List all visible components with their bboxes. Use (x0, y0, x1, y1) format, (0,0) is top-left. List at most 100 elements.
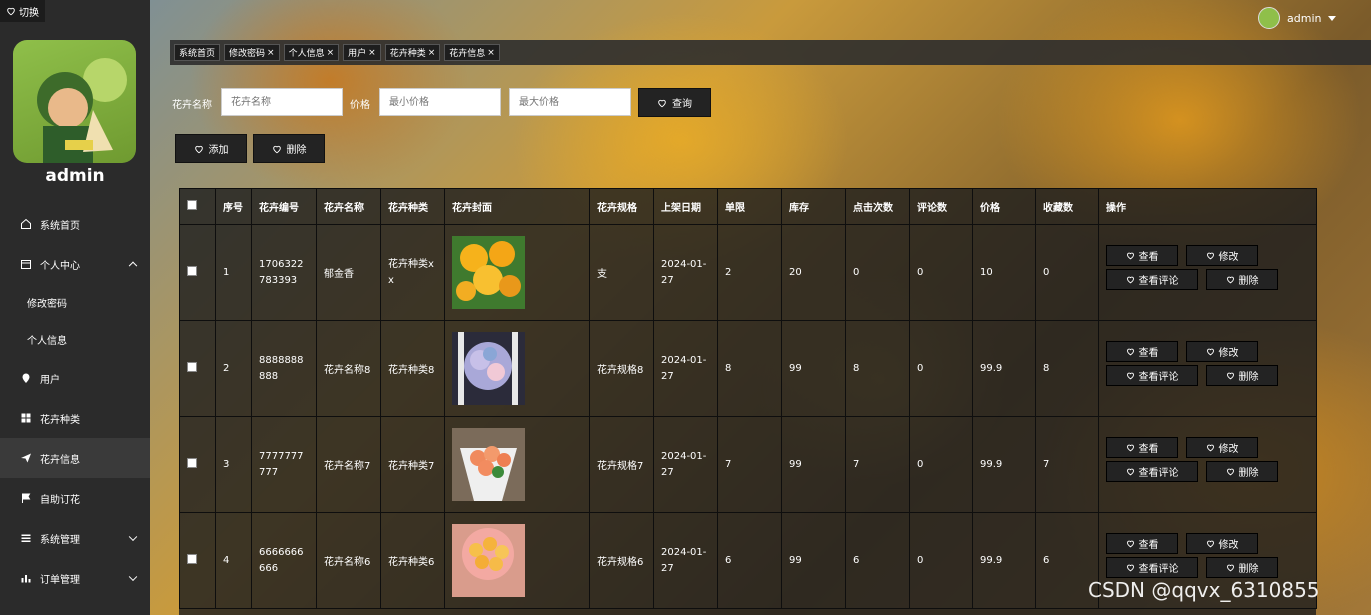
delete-button[interactable]: 删除 (1206, 460, 1278, 482)
sidebar-item-personal-info[interactable]: 个人信息 (0, 321, 150, 358)
cell-cover (444, 224, 590, 321)
tab-flower-types[interactable]: 花卉种类 × (384, 44, 441, 61)
view-comments-button[interactable]: 查看评论 (1106, 460, 1198, 482)
bulk-delete-button[interactable]: 删除 (253, 134, 325, 163)
sidebar-item-label: 个人中心 (40, 260, 80, 272)
cell-date: 2024-01-27 (653, 224, 718, 321)
close-icon[interactable]: × (267, 48, 275, 58)
flag-icon (20, 492, 32, 504)
select-all-checkbox[interactable] (187, 200, 197, 210)
home-icon (20, 218, 32, 230)
view-comments-button[interactable]: 查看评论 (1106, 268, 1198, 290)
edit-label: 修改 (1218, 539, 1239, 551)
delete-button[interactable]: 删除 (1206, 364, 1278, 386)
tab-change-password[interactable]: 修改密码 × (224, 44, 280, 61)
close-icon[interactable]: × (487, 48, 495, 58)
menu-lines-icon (20, 532, 32, 544)
cell-limit: 7 (717, 416, 782, 513)
heart-icon (194, 145, 203, 153)
view-button[interactable]: 查看 (1106, 340, 1178, 362)
min-price-input[interactable] (379, 88, 501, 116)
add-button[interactable]: 添加 (175, 134, 247, 163)
edit-button[interactable]: 修改 (1186, 244, 1258, 266)
view-comments-button[interactable]: 查看评论 (1106, 556, 1198, 578)
column-header: 库存 (781, 188, 846, 225)
row-checkbox[interactable] (187, 554, 197, 564)
sidebar-item-personal-center[interactable]: 个人中心 (0, 244, 150, 284)
sidebar-menu: 系统首页 个人中心 修改密码 个人信息 用户 花卉种类 花卉信息 自助订花 系统… (0, 204, 150, 598)
cell-ops: 查看 修改 查看评论 删除 (1098, 320, 1317, 417)
view-button[interactable]: 查看 (1106, 244, 1178, 266)
cell-favs: 8 (1035, 320, 1099, 417)
delete-button[interactable]: 删除 (1206, 556, 1278, 578)
view-button[interactable]: 查看 (1106, 436, 1178, 458)
sidebar-item-users[interactable]: 用户 (0, 358, 150, 398)
chevron-up-icon (128, 261, 138, 271)
name-search-input[interactable] (221, 88, 343, 116)
column-header: 评论数 (909, 188, 973, 225)
view-label: 查看 (1138, 443, 1159, 455)
avatar (13, 40, 136, 163)
sidebar-item-label: 花卉信息 (40, 454, 80, 466)
row-checkbox[interactable] (187, 266, 197, 276)
location-pin-icon (20, 372, 32, 384)
sidebar-item-flower-info[interactable]: 花卉信息 (0, 438, 150, 478)
heart-icon (1206, 540, 1214, 547)
flower-cover-image (452, 524, 525, 597)
sidebar-item-home[interactable]: 系统首页 (0, 204, 150, 244)
column-header: 操作 (1098, 188, 1317, 225)
cell-comments: 0 (909, 512, 973, 609)
view-button[interactable]: 查看 (1106, 532, 1178, 554)
tab-personal-info[interactable]: 个人信息 × (283, 44, 340, 61)
cell-date: 2024-01-27 (653, 512, 718, 609)
edit-button[interactable]: 修改 (1186, 436, 1258, 458)
sidebar-item-label: 花卉种类 (40, 414, 80, 426)
cell-name: 郁金香 (316, 224, 381, 321)
sidebar-item-order-management[interactable]: 订单管理 (0, 558, 150, 598)
sidebar-item-label: 用户 (40, 374, 60, 386)
column-header: 单限 (717, 188, 782, 225)
query-button[interactable]: 查询 (638, 88, 711, 117)
edit-button[interactable]: 修改 (1186, 532, 1258, 554)
cell-cover (444, 416, 590, 513)
sidebar-item-self-order[interactable]: 自助订花 (0, 478, 150, 518)
sidebar-item-system-management[interactable]: 系统管理 (0, 518, 150, 558)
tab-home[interactable]: 系统首页 (174, 44, 221, 61)
select-all-cell[interactable] (179, 188, 216, 225)
edit-button[interactable]: 修改 (1186, 340, 1258, 362)
cell-stock: 99 (781, 512, 846, 609)
cell-stock: 20 (781, 224, 846, 321)
heart-icon (1226, 564, 1234, 571)
cell-cover (444, 320, 590, 417)
edit-label: 修改 (1218, 347, 1239, 359)
row-checkbox[interactable] (187, 362, 197, 372)
tab-users[interactable]: 用户 × (343, 44, 381, 61)
heart-icon (7, 7, 15, 16)
max-price-input[interactable] (509, 88, 631, 116)
cell-clicks: 0 (845, 224, 910, 321)
view-comments-button[interactable]: 查看评论 (1106, 364, 1198, 386)
tab-label: 修改密码 (229, 49, 266, 59)
cell-name: 花卉名称6 (316, 512, 381, 609)
view-label: 查看 (1138, 347, 1159, 359)
delete-button[interactable]: 删除 (1206, 268, 1278, 290)
sidebar-item-change-password[interactable]: 修改密码 (0, 284, 150, 321)
sidebar-item-flower-types[interactable]: 花卉种类 (0, 398, 150, 438)
cell-index: 3 (215, 416, 252, 513)
close-icon[interactable]: × (368, 48, 376, 58)
view-comments-label: 查看评论 (1138, 371, 1179, 383)
tab-flower-info[interactable]: 花卉信息 × (444, 44, 500, 61)
switch-button[interactable]: 切换 (0, 0, 45, 22)
close-icon[interactable]: × (428, 48, 436, 58)
top-user-menu[interactable]: admin (1258, 7, 1337, 29)
heart-icon (1126, 372, 1134, 379)
table-row: 1 1706322783393 郁金香 花卉种类xx 支 2024-01-27 … (179, 224, 1317, 321)
cell-stock: 99 (781, 416, 846, 513)
close-icon[interactable]: × (327, 48, 335, 58)
caret-down-icon (1328, 15, 1337, 21)
cell-cover (444, 512, 590, 609)
view-comments-label: 查看评论 (1138, 563, 1179, 575)
row-checkbox[interactable] (187, 458, 197, 468)
tab-label: 花卉种类 (389, 49, 426, 59)
edit-label: 修改 (1218, 251, 1239, 263)
